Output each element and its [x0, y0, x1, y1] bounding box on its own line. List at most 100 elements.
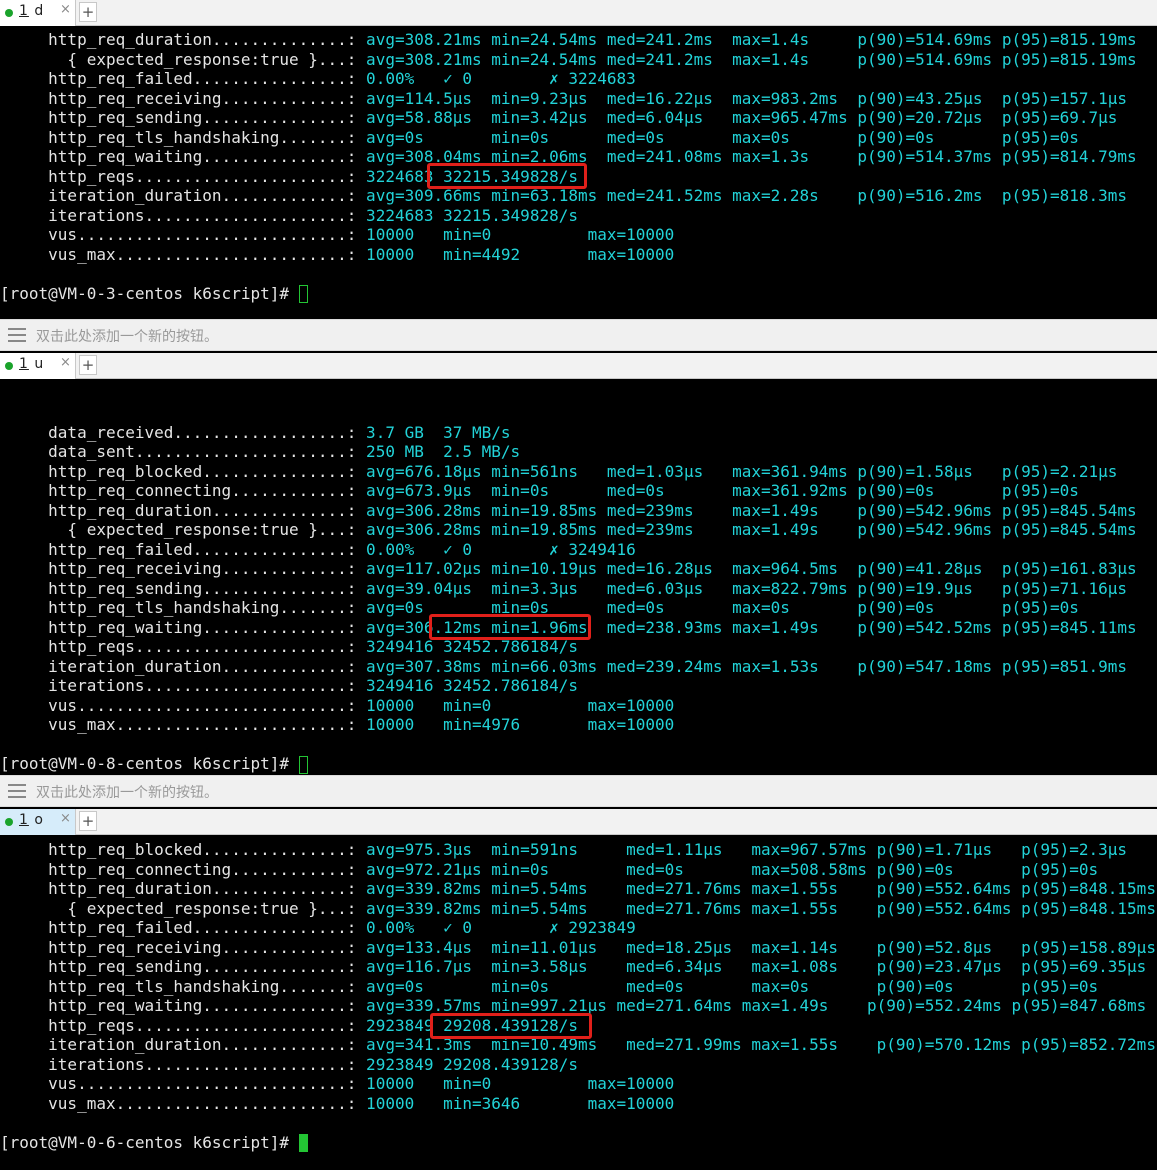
close-tab-icon[interactable]: × — [60, 811, 71, 826]
metric-name: vus............................: — [0, 1074, 357, 1093]
terminal-cursor — [298, 285, 308, 303]
metric-name: { expected_response:true }...: — [0, 49, 357, 69]
metric-line: http_req_failed................: 0.00% ✓… — [0, 918, 636, 938]
metric-name: data_received..................: — [0, 422, 357, 442]
connected-status-icon — [5, 362, 13, 370]
metric-line: http_req_receiving.............: avg=114… — [0, 89, 1127, 109]
metric-name: http_req_blocked...............: — [0, 840, 357, 859]
metric-line: http_req_failed................: 0.00% ✓… — [0, 540, 636, 560]
metric-values: avg=307.38ms min=66.03ms med=239.24ms ma… — [356, 656, 1128, 676]
metric-values: avg=972.21µs min=0s med=0s max=508.58ms … — [356, 859, 1099, 879]
metric-line: http_req_duration..............: avg=308… — [0, 30, 1137, 50]
shell-prompt: [root@VM-0-3-centos k6script]# — [0, 284, 308, 304]
highlight-box-reqs-rate-3 — [430, 1013, 592, 1039]
metric-values: avg=676.18µs min=561ns med=1.03µs max=36… — [356, 461, 1118, 481]
metric-values: avg=306.28ms min=19.85ms med=239ms max=1… — [356, 500, 1137, 520]
menu-icon[interactable] — [8, 328, 26, 342]
metric-name: vus............................: — [0, 695, 357, 715]
metric-name: vus_max........................: — [0, 244, 357, 264]
metric-line: http_req_tls_handshaking.......: avg=0s … — [0, 128, 1079, 148]
metric-name: http_req_blocked...............: — [0, 461, 357, 481]
prompt-text: [root@VM-0-3-centos k6script]# — [0, 283, 299, 303]
tab-bar-1: 1 d × + — [0, 0, 1157, 26]
metric-name: http_req_receiving.............: — [0, 88, 357, 108]
metric-values: avg=117.02µs min=10.19µs med=16.28µs max… — [356, 559, 1137, 578]
session-tab-u[interactable]: 1 u × — [0, 353, 76, 379]
metric-name: vus_max........................: — [0, 715, 357, 734]
highlight-box-reqs-rate-1 — [427, 163, 587, 189]
metric-line: vus............................: 10000 m… — [0, 225, 674, 245]
metric-line: { expected_response:true }...: avg=306.2… — [0, 520, 1136, 540]
metric-values: avg=673.9µs min=0s med=0s max=361.92ms p… — [356, 481, 1079, 500]
new-tab-button[interactable]: + — [79, 355, 97, 375]
metric-name: iterations.....................: — [0, 1054, 357, 1074]
menu-icon[interactable] — [8, 784, 26, 798]
add-button-hint: 双击此处添加一个新的按钮。 — [36, 329, 218, 345]
metric-line: http_req_sending...............: avg=58.… — [0, 108, 1117, 128]
add-button-hint: 双击此处添加一个新的按钮。 — [36, 785, 218, 801]
metric-line: http_req_receiving.............: avg=117… — [0, 559, 1137, 579]
metric-values: avg=58.88µs min=3.42µs med=6.04µs max=96… — [356, 108, 1118, 127]
connected-status-icon — [5, 818, 13, 826]
metric-name: http_reqs......................: — [0, 637, 357, 656]
session-tab-o[interactable]: 1 o × — [0, 809, 76, 835]
metric-name: http_req_waiting...............: — [0, 617, 357, 637]
metric-name: iteration_duration.............: — [0, 656, 357, 676]
quick-button-bar-1[interactable]: 双击此处添加一个新的按钮。 — [0, 319, 1157, 351]
quick-button-bar-2[interactable]: 双击此处添加一个新的按钮。 — [0, 775, 1157, 807]
metric-values: 250 MB 2.5 MB/s — [356, 442, 521, 461]
metric-values: avg=339.82ms min=5.54ms med=271.76ms max… — [356, 898, 1156, 918]
tab-number: 1 — [19, 812, 29, 828]
metric-line: data_received..................: 3.7 GB … — [0, 422, 510, 443]
metric-line: iterations.....................: 2923849… — [0, 1055, 578, 1075]
metric-line: http_req_connecting............: avg=673… — [0, 481, 1079, 501]
metric-name: http_req_duration..............: — [0, 879, 357, 898]
metric-values: 10000 min=0 max=10000 — [356, 1074, 675, 1093]
metric-line: vus............................: 10000 m… — [0, 1074, 674, 1094]
tab-number: 1 — [19, 3, 29, 19]
metric-name: http_req_connecting............: — [0, 859, 357, 879]
new-tab-button[interactable]: + — [79, 811, 97, 831]
metric-name: iterations.....................: — [0, 205, 357, 225]
close-tab-icon[interactable]: × — [60, 2, 71, 17]
metric-name: http_reqs......................: — [0, 166, 357, 186]
metric-name: http_req_tls_handshaking.......: — [0, 127, 357, 147]
terminal-cursor — [298, 755, 308, 774]
metric-values: 0.00% ✓ 0 ✗ 3224683 — [356, 69, 636, 88]
metric-name: http_req_duration..............: — [0, 500, 357, 520]
metric-line: http_req_blocked...............: avg=975… — [0, 840, 1127, 860]
metric-line: iteration_duration.............: avg=309… — [0, 186, 1127, 206]
metric-line: iterations.....................: 3249416… — [0, 676, 578, 696]
metric-name: http_req_sending...............: — [0, 957, 357, 976]
metric-values: avg=975.3µs min=591ns med=1.11µs max=967… — [356, 840, 1128, 859]
metric-values: 2923849 29208.439128/s — [356, 1054, 578, 1074]
metric-name: http_req_duration..............: — [0, 30, 357, 49]
metric-line: http_req_sending...............: avg=39.… — [0, 579, 1127, 599]
metric-values: 0.00% ✓ 0 ✗ 2923849 — [356, 918, 636, 937]
metric-name: http_req_tls_handshaking.......: — [0, 598, 357, 617]
metric-name: iteration_duration.............: — [0, 186, 357, 205]
metric-name: http_req_connecting............: — [0, 481, 357, 500]
metric-name: http_req_waiting...............: — [0, 996, 357, 1015]
prompt-text: [root@VM-0-6-centos k6script]# — [0, 1132, 299, 1152]
metric-name: vus............................: — [0, 225, 357, 244]
connected-status-icon — [5, 9, 13, 17]
metric-name: http_req_sending...............: — [0, 578, 357, 598]
close-tab-icon[interactable]: × — [60, 355, 71, 370]
new-tab-button[interactable]: + — [79, 2, 97, 22]
tab-number: 1 — [19, 356, 29, 372]
metric-values: 10000 min=4492 max=10000 — [356, 244, 675, 264]
metric-name: { expected_response:true }...: — [0, 520, 357, 539]
metric-name: http_req_receiving.............: — [0, 937, 357, 957]
metric-name: { expected_response:true }...: — [0, 898, 357, 918]
session-tab-d[interactable]: 1 d × — [0, 0, 76, 26]
metric-values: 10000 min=4976 max=10000 — [356, 715, 675, 734]
metric-name: http_req_failed................: — [0, 918, 357, 937]
metric-name: iteration_duration.............: — [0, 1035, 357, 1054]
metric-values: avg=133.4µs min=11.01µs med=18.25µs max=… — [356, 937, 1156, 957]
metric-values: avg=0s min=0s med=0s max=0s p(90)=0s p(9… — [356, 127, 1079, 147]
metric-name: http_req_failed................: — [0, 69, 357, 88]
metric-line: http_req_receiving.............: avg=133… — [0, 938, 1156, 958]
metric-name: iterations.....................: — [0, 676, 357, 695]
metric-values: 3249416 32452.786184/s — [356, 676, 578, 695]
